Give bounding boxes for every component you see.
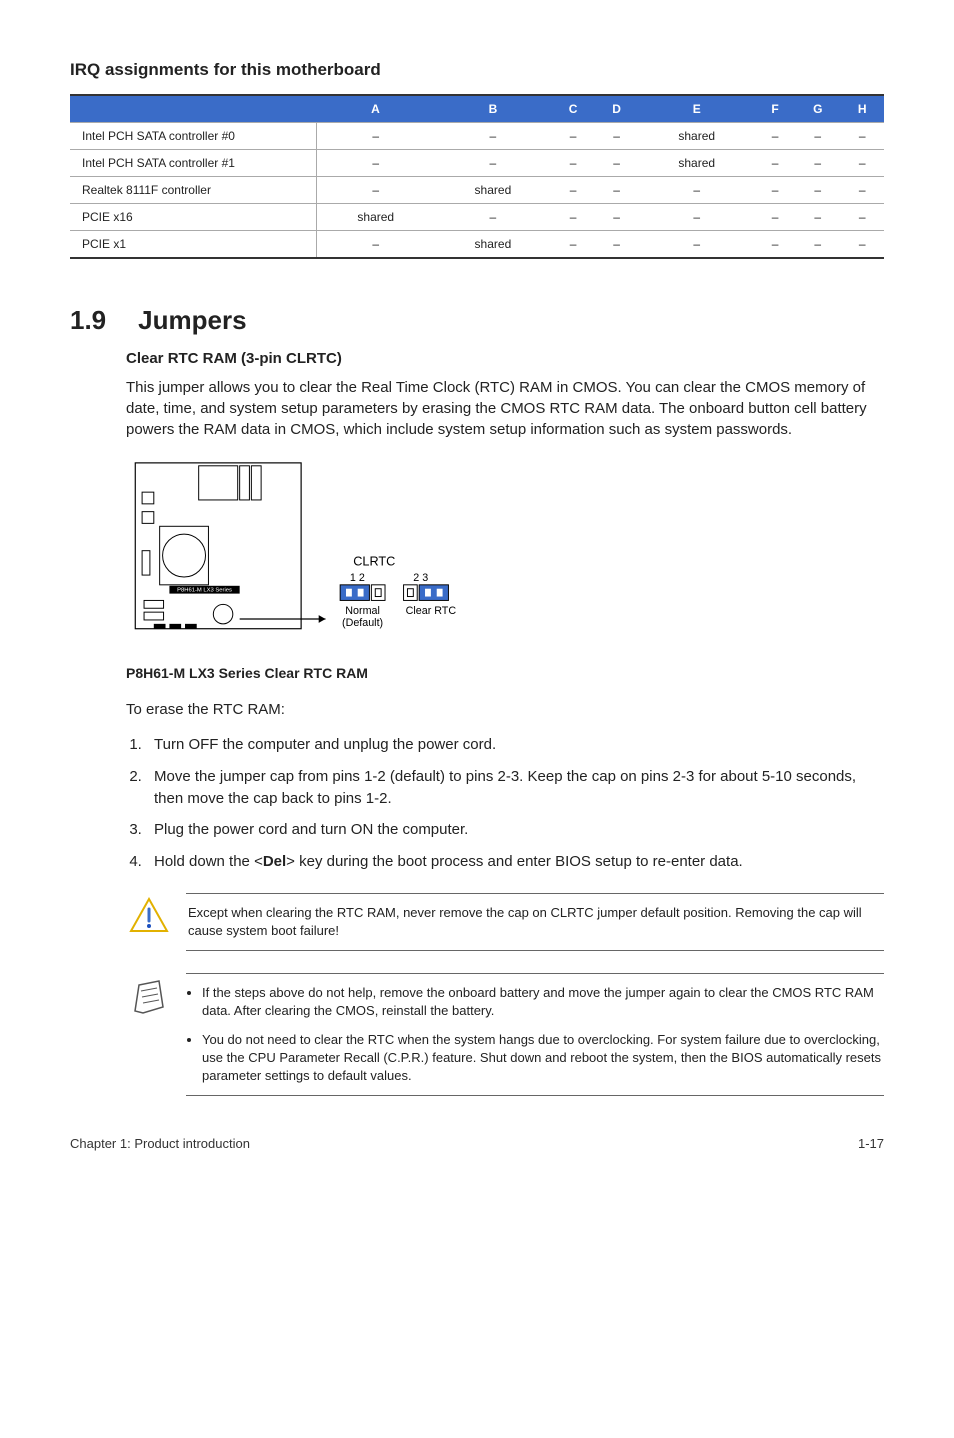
erase-intro: To erase the RTC RAM: xyxy=(126,699,884,720)
pins-normal: 1 2 xyxy=(350,572,365,584)
warning-callout: Except when clearing the RTC RAM, never … xyxy=(126,893,884,951)
cell: – xyxy=(840,204,884,231)
cell: – xyxy=(317,150,435,177)
cell: – xyxy=(595,204,639,231)
irq-heading: IRQ assignments for this motherboard xyxy=(70,60,884,80)
col-a: A xyxy=(317,95,435,123)
note-2: You do not need to clear the RTC when th… xyxy=(202,1031,882,1086)
section-number: 1.9 xyxy=(70,305,106,336)
cell: – xyxy=(551,204,595,231)
footer-right: 1-17 xyxy=(858,1136,884,1151)
jumper-title: CLRTC xyxy=(353,554,395,568)
warning-icon xyxy=(126,893,172,933)
cell: – xyxy=(840,177,884,204)
cell: – xyxy=(755,204,795,231)
col-f: F xyxy=(755,95,795,123)
cell: shared xyxy=(435,177,552,204)
cell: – xyxy=(840,231,884,259)
cell: shared xyxy=(638,123,755,150)
cell: – xyxy=(435,123,552,150)
cell: – xyxy=(435,204,552,231)
cell: – xyxy=(840,150,884,177)
table-row: Intel PCH SATA controller #1 – – – – sha… xyxy=(70,150,884,177)
cell: – xyxy=(317,177,435,204)
cell: – xyxy=(595,123,639,150)
cell: – xyxy=(795,150,840,177)
cell: – xyxy=(755,123,795,150)
row-label: Realtek 8111F controller xyxy=(70,177,317,204)
row-label: Intel PCH SATA controller #0 xyxy=(70,123,317,150)
cell: – xyxy=(317,123,435,150)
col-h: H xyxy=(840,95,884,123)
irq-table: A B C D E F G H Intel PCH SATA controlle… xyxy=(70,94,884,259)
label-clear: Clear RTC xyxy=(406,605,457,617)
cell: – xyxy=(840,123,884,150)
cell: – xyxy=(435,150,552,177)
cell: – xyxy=(795,231,840,259)
footer-left: Chapter 1: Product introduction xyxy=(70,1136,250,1151)
cell: – xyxy=(795,177,840,204)
cell: – xyxy=(595,231,639,259)
row-label: PCIE x16 xyxy=(70,204,317,231)
cell: – xyxy=(595,177,639,204)
cell: – xyxy=(755,231,795,259)
warning-text: Except when clearing the RTC RAM, never … xyxy=(186,893,884,951)
cell: shared xyxy=(317,204,435,231)
table-row: Intel PCH SATA controller #0 – – – – sha… xyxy=(70,123,884,150)
steps-list: Turn OFF the computer and unplug the pow… xyxy=(126,734,884,873)
cell: – xyxy=(638,204,755,231)
subsection-title: Clear RTC RAM (3-pin CLRTC) xyxy=(126,350,884,367)
col-b: B xyxy=(435,95,552,123)
cell: – xyxy=(638,231,755,259)
col-c: C xyxy=(551,95,595,123)
cell: – xyxy=(795,123,840,150)
motherboard-diagram: P8H61-M LX3 Series CLRTC 1 2 2 3 xyxy=(126,458,884,681)
intro-paragraph: This jumper allows you to clear the Real… xyxy=(126,377,884,440)
cell: – xyxy=(551,177,595,204)
step-2: Move the jumper cap from pins 1-2 (defau… xyxy=(146,766,884,810)
step-1: Turn OFF the computer and unplug the pow… xyxy=(146,734,884,756)
cell: – xyxy=(595,150,639,177)
step-3: Plug the power cord and turn ON the comp… xyxy=(146,819,884,841)
cell: – xyxy=(755,150,795,177)
table-row: PCIE x16 shared – – – – – – – xyxy=(70,204,884,231)
label-normal-default: (Default) xyxy=(342,617,383,629)
col-g: G xyxy=(795,95,840,123)
col-blank xyxy=(70,95,317,123)
pins-clear: 2 3 xyxy=(413,572,428,584)
cell: – xyxy=(551,231,595,259)
cell: – xyxy=(795,204,840,231)
table-row: Realtek 8111F controller – shared – – – … xyxy=(70,177,884,204)
cell: – xyxy=(638,177,755,204)
board-label: P8H61-M LX3 Series xyxy=(177,588,232,594)
cell: shared xyxy=(435,231,552,259)
diagram-caption: P8H61-M LX3 Series Clear RTC RAM xyxy=(126,665,884,681)
section-title: Jumpers xyxy=(138,305,246,336)
note-1: If the steps above do not help, remove t… xyxy=(202,984,882,1020)
cell: shared xyxy=(638,150,755,177)
col-e: E xyxy=(638,95,755,123)
table-row: PCIE x1 – shared – – – – – – xyxy=(70,231,884,259)
cell: – xyxy=(317,231,435,259)
cell: – xyxy=(551,123,595,150)
col-d: D xyxy=(595,95,639,123)
cell: – xyxy=(755,177,795,204)
row-label: PCIE x1 xyxy=(70,231,317,259)
cell: – xyxy=(551,150,595,177)
note-icon xyxy=(126,973,172,1017)
step-4: Hold down the <Del> key during the boot … xyxy=(146,851,884,873)
row-label: Intel PCH SATA controller #1 xyxy=(70,150,317,177)
note-callout: If the steps above do not help, remove t… xyxy=(126,973,884,1096)
label-normal: Normal xyxy=(345,605,380,617)
